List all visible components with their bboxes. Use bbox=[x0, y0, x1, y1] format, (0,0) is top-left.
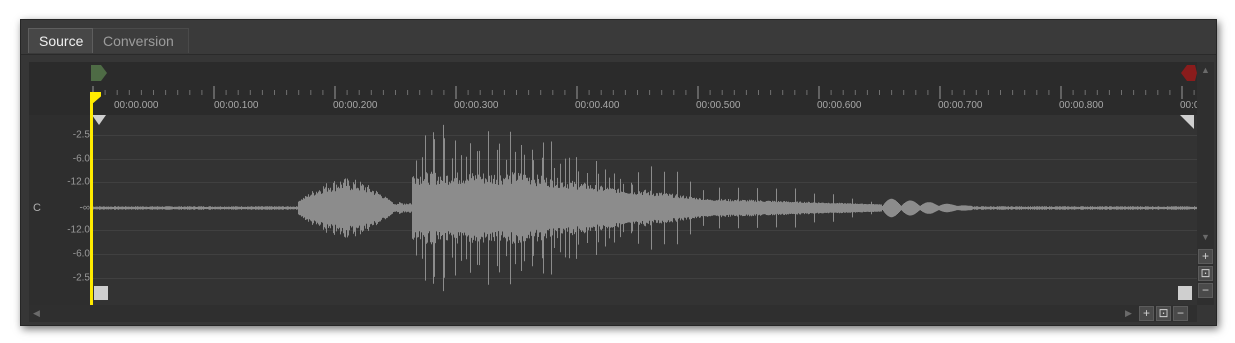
horizontal-scrollbar[interactable]: ◀ ▶ + ⊡ − bbox=[29, 305, 1197, 322]
horizontal-zoom-out-button[interactable]: − bbox=[1173, 306, 1188, 321]
ruler-label: 00:00.500 bbox=[696, 100, 741, 111]
level-label: -6.0 bbox=[72, 248, 90, 260]
ruler-label: 00:00.600 bbox=[817, 100, 862, 111]
playhead-cursor[interactable] bbox=[90, 92, 93, 322]
vertical-zoom-in-button[interactable]: + bbox=[1198, 249, 1213, 264]
tab-source[interactable]: Source bbox=[28, 28, 93, 53]
marker-strip bbox=[29, 62, 1197, 83]
selection-end-top-handle[interactable] bbox=[1180, 115, 1194, 129]
tab-conversion[interactable]: Conversion bbox=[93, 28, 189, 53]
selection-end-bottom-handle[interactable] bbox=[1178, 286, 1192, 300]
horizontal-zoom-in-button[interactable]: + bbox=[1139, 306, 1154, 321]
ruler-label: 00:00.800 bbox=[1059, 100, 1104, 111]
end-marker-icon[interactable] bbox=[1181, 65, 1197, 81]
vertical-scrollbar[interactable]: ▲ ▼ + ⊡ − bbox=[1197, 62, 1214, 305]
ruler-label: 00:00.300 bbox=[454, 100, 499, 111]
vertical-zoom-out-button[interactable]: − bbox=[1198, 283, 1213, 298]
channel-label: C bbox=[33, 202, 41, 214]
level-axis: -2.5 -6.0 -12.0 -∞ -12.0 -6.0 -2.5 C bbox=[29, 115, 92, 305]
waveform-path bbox=[92, 124, 1197, 292]
scroll-left-arrow-icon[interactable]: ◀ bbox=[33, 308, 40, 319]
ruler-label: 00:00.000 bbox=[114, 100, 159, 111]
time-ruler[interactable]: 00:00.000 00:00.100 00:00.200 00:00.300 … bbox=[29, 83, 1199, 115]
level-label: -2.5 bbox=[72, 272, 90, 284]
waveform-graphic bbox=[92, 124, 1197, 292]
level-label: -2.5 bbox=[72, 129, 90, 141]
scroll-down-arrow-icon[interactable]: ▼ bbox=[1201, 232, 1210, 242]
tab-bar: Source Conversion bbox=[21, 20, 1216, 55]
waveform-view[interactable] bbox=[92, 115, 1197, 305]
scroll-right-arrow-icon[interactable]: ▶ bbox=[1125, 308, 1132, 319]
level-label: -12.0 bbox=[67, 176, 90, 188]
level-label: -12.0 bbox=[67, 224, 90, 236]
audio-editor-panel: Source Conversion 00:00.000 00:00.100 00… bbox=[20, 19, 1217, 326]
ruler-label: 00:00.700 bbox=[938, 100, 983, 111]
ruler-label: 00:00.400 bbox=[575, 100, 620, 111]
scroll-up-arrow-icon[interactable]: ▲ bbox=[1201, 65, 1210, 75]
level-label: -6.0 bbox=[72, 153, 90, 165]
ruler-label: 00:00.100 bbox=[214, 100, 259, 111]
horizontal-zoom-fit-button[interactable]: ⊡ bbox=[1156, 306, 1171, 321]
marker-strip-graphics bbox=[91, 65, 1197, 81]
vertical-zoom-fit-button[interactable]: ⊡ bbox=[1198, 266, 1213, 281]
level-label: -∞ bbox=[79, 202, 90, 214]
selection-start-top-handle[interactable] bbox=[92, 115, 106, 125]
start-marker-icon[interactable] bbox=[91, 65, 107, 81]
ruler-label: 00:00.200 bbox=[333, 100, 378, 111]
selection-start-bottom-handle[interactable] bbox=[94, 286, 108, 300]
